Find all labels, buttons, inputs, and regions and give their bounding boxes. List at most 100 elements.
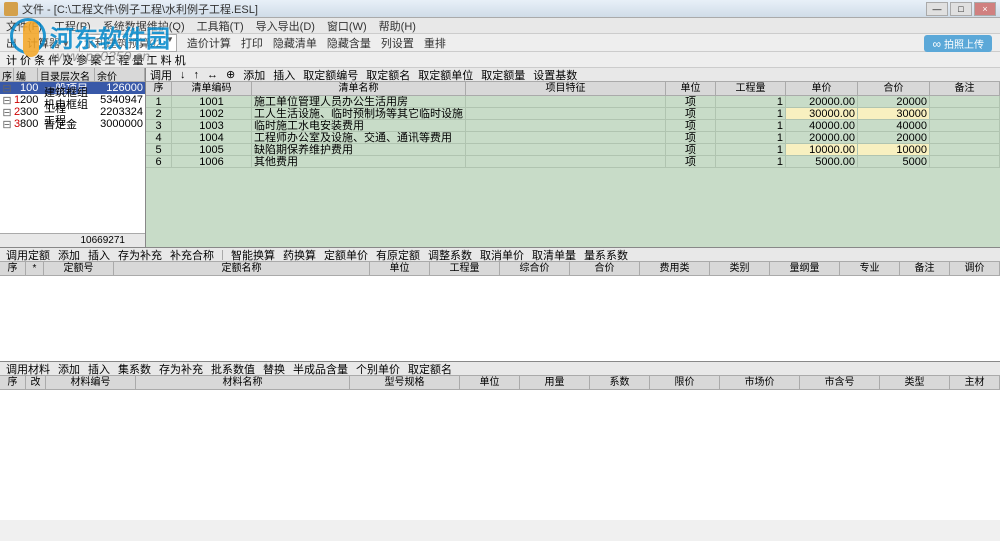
tool-print[interactable]: 打印 [241,35,263,51]
budget-dropdown[interactable]: 水利建筑预算02 [79,34,177,52]
minimize-button[interactable]: — [926,2,948,16]
bh-type: 类型 [880,376,950,389]
lt-setbase[interactable]: 设置基数 [533,67,577,83]
bt-save[interactable]: 存为补充 [159,361,203,377]
app-icon [4,2,18,16]
bh-spec: 型号规格 [350,376,460,389]
gh-unit: 单位 [666,82,716,95]
list-row[interactable]: 41004工程师办公室及设施、交通、通讯等费用项120000.0020000 [146,132,1000,144]
gh-name: 清单名称 [252,82,466,95]
lt-swap-icon[interactable]: ↔ [207,69,218,81]
qt-orig[interactable]: 有原定额 [376,247,420,263]
list-toolbar: 调用 ↓ ↑ ↔ ⊕ 添加 插入 取定额编号 取定额名 取定额单位 取定额量 设… [146,68,1000,82]
qt-adjust[interactable]: 调整系数 [428,247,472,263]
tree-total: 10669271 [0,233,145,247]
lt-getcode[interactable]: 取定额编号 [303,67,358,83]
qt-coef[interactable]: 量系系数 [584,247,628,263]
tool-price-calc[interactable]: 造价计算 [187,35,231,51]
list-row[interactable]: 21002工人生活设施、临时预制场等其它临时设施项130000.0030000 [146,108,1000,120]
lt-getname[interactable]: 取定额名 [366,67,410,83]
title-bar: 文件 - [C:\工程文件\例子工程\水利例子工程.ESL] — □ × [0,0,1000,18]
menu-window[interactable]: 窗口(W) [327,18,367,34]
bt-batch[interactable]: 批系数值 [211,361,255,377]
th-code: 编码 [14,68,38,81]
mh-name: 定额名称 [114,262,370,275]
bt-replace[interactable]: 替换 [263,361,285,377]
tool-out[interactable]: 出 [6,35,17,51]
lt-add[interactable]: 添加 [243,67,265,83]
lt-getqty[interactable]: 取定额量 [481,67,525,83]
separator [222,250,223,260]
material-header: 序 改 材料编号 材料名称 型号规格 单位 用量 系数 限价 市场价 市含号 类… [0,376,1000,390]
gh-qty: 工程量 [716,82,786,95]
qt-insert[interactable]: 插入 [88,247,110,263]
qt-price[interactable]: 定额单价 [324,247,368,263]
tree-header: 序 编码 目录层次名称 余价 [0,68,145,82]
list-row[interactable]: 11001施工单位管理人员办公生活用房项120000.0020000 [146,96,1000,108]
mh-fee: 费用类 [640,262,710,275]
bh-name: 材料名称 [136,376,350,389]
gh-feature: 项目特征 [466,82,666,95]
bh-code: 材料编号 [46,376,136,389]
bh-coef: 系数 [590,376,650,389]
tool-hide-list[interactable]: 隐藏清单 [273,35,317,51]
bh-usage: 用量 [520,376,590,389]
menu-help[interactable]: 帮助(H) [379,18,416,34]
qt-save[interactable]: 存为补充 [118,247,162,263]
bh-unit: 单位 [460,376,520,389]
lt-getunit[interactable]: 取定额单位 [418,67,473,83]
bt-coef[interactable]: 集系数 [118,361,151,377]
qt-use[interactable]: 调用定额 [6,247,50,263]
menu-file[interactable]: 文件(F) [6,18,42,34]
qt-getlist[interactable]: 取清单量 [532,247,576,263]
bh-main: 主材 [950,376,1000,389]
menu-sysdata[interactable]: 系统数据维护(Q) [103,18,185,34]
lt-insert[interactable]: 插入 [273,67,295,83]
lt-use[interactable]: 调用 [150,67,172,83]
window-title: 文件 - [C:\工程文件\例子工程\水利例子工程.ESL] [22,1,926,17]
list-row[interactable]: 61006其他费用项15000.005000 [146,156,1000,168]
th-price: 余价 [95,68,145,81]
quota-grid: 序 * 定额号 定额名称 单位 工程量 综合价 合价 费用类 类别 量纲量 专业… [0,262,1000,362]
bt-indiv[interactable]: 个别单价 [356,361,400,377]
bt-semi[interactable]: 半成品含量 [293,361,348,377]
gh-note: 备注 [930,82,1000,95]
quota-header: 序 * 定额号 定额名称 单位 工程量 综合价 合价 费用类 类别 量纲量 专业… [0,262,1000,276]
qt-conv[interactable]: 药换算 [283,247,316,263]
menu-import[interactable]: 导入导出(D) [256,18,315,34]
gh-seq: 序 [146,82,172,95]
qt-add[interactable]: 添加 [58,247,80,263]
tool-col-settings[interactable]: 列设置 [381,35,414,51]
tool-hide-content[interactable]: 隐藏含量 [327,35,371,51]
qt-name[interactable]: 补充合称 [170,247,214,263]
tree-rows: ⊟100一般项目126000⊟1200建筑框组工程5340947⊟2300机电框… [0,82,145,233]
qt-smart[interactable]: 智能换算 [231,247,275,263]
list-row[interactable]: 31003临时施工水电安装费用项140000.0040000 [146,120,1000,132]
bt-use[interactable]: 调用材料 [6,361,50,377]
bt-add[interactable]: 添加 [58,361,80,377]
bh-mod: 改 [26,376,46,389]
list-header: 序 清单编码 清单名称 项目特征 单位 工程量 单价 合价 备注 [146,82,1000,96]
mh-unit: 单位 [370,262,430,275]
lt-up-icon[interactable]: ↑ [194,69,200,81]
material-grid: 序 改 材料编号 材料名称 型号规格 单位 用量 系数 限价 市场价 市含号 类… [0,376,1000,520]
lt-plus-icon[interactable]: ⊕ [226,68,235,81]
close-button[interactable]: × [974,2,996,16]
maximize-button[interactable]: □ [950,2,972,16]
photo-upload-button[interactable]: 拍照上传 [924,35,992,52]
mh-comp: 综合价 [500,262,570,275]
bt-getname[interactable]: 取定额名 [408,361,452,377]
list-row[interactable]: 51005缺陷期保养维护费用项110000.0010000 [146,144,1000,156]
tree-row[interactable]: ⊟3800暂定金3000000 [0,118,145,130]
bt-insert[interactable]: 插入 [88,361,110,377]
menu-project[interactable]: 工程(P) [54,18,91,34]
tool-reorder[interactable]: 重排 [424,35,446,51]
menu-bar: 文件(F) 工程(P) 系统数据维护(Q) 工具箱(T) 导入导出(D) 窗口(… [0,18,1000,34]
material-toolbar: 调用材料 添加 插入 集系数 存为补充 批系数值 替换 半成品含量 个别单价 取… [0,362,1000,376]
mh-adj: 调价 [950,262,1000,275]
menu-toolbox[interactable]: 工具箱(T) [197,18,244,34]
lt-down-icon[interactable]: ↓ [180,69,186,81]
bh-seq: 序 [0,376,26,389]
tool-calc[interactable]: 计算器 ▾ [27,35,69,51]
qt-cancel[interactable]: 取消单价 [480,247,524,263]
